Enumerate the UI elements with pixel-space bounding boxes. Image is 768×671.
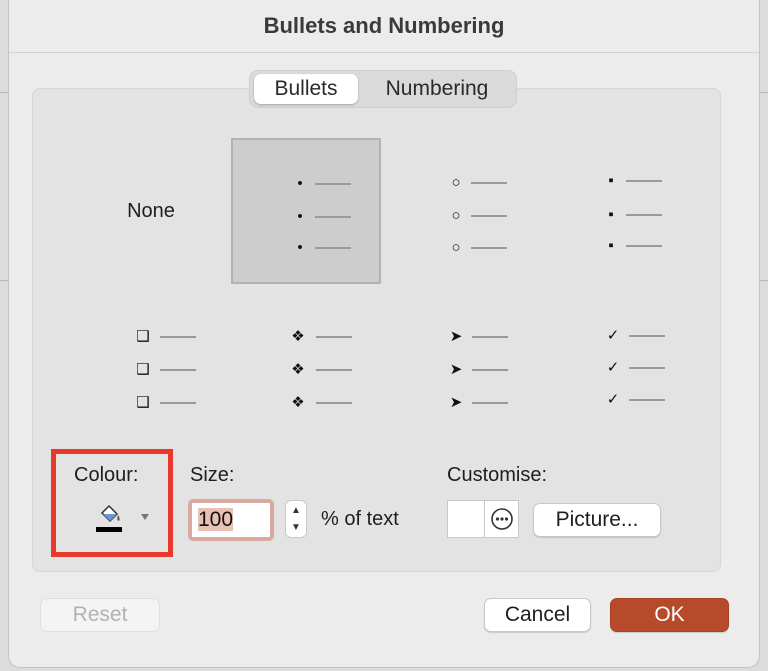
- chevron-down-icon[interactable]: ▼: [286, 519, 306, 537]
- bullet-style-filled-square[interactable]: ▪ ▪ ▪: [542, 138, 692, 284]
- bullet-style-none[interactable]: None: [76, 138, 226, 284]
- bullet-check-icon: ✓: [606, 327, 620, 344]
- bullet-shadow-square-icon: ❑: [136, 394, 150, 411]
- tab-numbering[interactable]: Numbering: [362, 74, 512, 104]
- size-input[interactable]: 100: [188, 499, 274, 541]
- ok-button[interactable]: OK: [610, 598, 729, 632]
- bullet-square-icon: ▪: [608, 206, 614, 223]
- bullet-diamond-icon: ❖: [291, 361, 305, 378]
- bullet-style-checkmark[interactable]: ✓ ✓ ✓: [542, 298, 692, 444]
- bullet-check-icon: ✓: [606, 391, 620, 408]
- size-stepper[interactable]: ▲ ▼: [285, 500, 307, 538]
- bullet-style-shadowed-square[interactable]: ❑ ❑ ❑: [76, 298, 226, 444]
- bullet-circle-icon: ○: [451, 174, 461, 191]
- bullet-square-icon: ▪: [608, 237, 614, 254]
- custom-bullet-preview[interactable]: [447, 500, 519, 538]
- bullet-shadow-square-icon: ❑: [136, 328, 150, 345]
- bullet-style-filled-dot[interactable]: • • •: [231, 138, 381, 284]
- bullet-dot-icon: •: [297, 208, 303, 225]
- bullet-dot-icon: •: [297, 239, 303, 256]
- bullet-arrow-icon: ➤: [449, 394, 463, 411]
- reset-button[interactable]: Reset: [40, 598, 160, 632]
- bullet-diamond-icon: ❖: [291, 394, 305, 411]
- tab-switcher: Bullets Numbering: [249, 70, 517, 108]
- more-options-icon[interactable]: [486, 503, 518, 535]
- size-unit-label: % of text: [321, 508, 399, 530]
- bullet-arrow-icon: ➤: [449, 361, 463, 378]
- bullet-circle-icon: ○: [451, 207, 461, 224]
- colour-label: Colour:: [74, 464, 139, 486]
- bullet-diamond-icon: ❖: [291, 328, 305, 345]
- bullet-dot-icon: •: [297, 175, 303, 192]
- bullet-shadow-square-icon: ❑: [136, 361, 150, 378]
- size-label: Size:: [190, 464, 235, 486]
- bullet-none-label: None: [127, 200, 175, 222]
- bullet-style-hollow-circle[interactable]: ○ ○ ○: [386, 138, 536, 284]
- paint-bucket-icon: [96, 504, 149, 532]
- chevron-up-icon[interactable]: ▲: [286, 502, 306, 520]
- dialog-title: Bullets and Numbering: [9, 0, 759, 53]
- cancel-button[interactable]: Cancel: [484, 598, 591, 632]
- bullet-circle-icon: ○: [451, 239, 461, 256]
- bullet-style-diamond[interactable]: ❖ ❖ ❖: [231, 298, 381, 444]
- tab-bullets[interactable]: Bullets: [254, 74, 358, 104]
- bullet-arrow-icon: ➤: [449, 328, 463, 345]
- customise-label: Customise:: [447, 464, 548, 486]
- colour-picker-button[interactable]: [86, 500, 156, 536]
- bullet-square-icon: ▪: [608, 172, 614, 189]
- bullet-style-arrowhead[interactable]: ➤ ➤ ➤: [386, 298, 536, 444]
- size-value: 100: [198, 508, 234, 531]
- picture-button[interactable]: Picture...: [533, 503, 661, 537]
- bullet-check-icon: ✓: [606, 359, 620, 376]
